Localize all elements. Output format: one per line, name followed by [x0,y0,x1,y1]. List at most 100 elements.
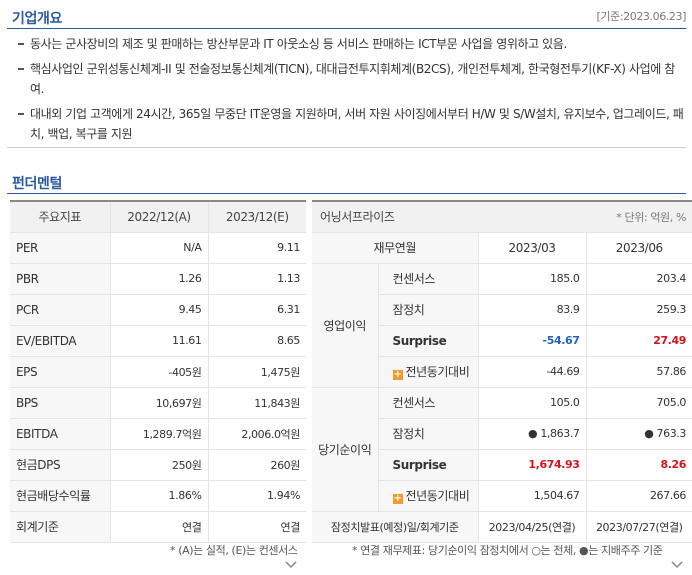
fundamental-row: 현금배당수익률 1.86% 1.94% [10,480,306,512]
value-2023: 1.13 [207,263,306,295]
metric-label-text: Surprise [392,333,447,348]
value-2022: 1,289.7억원 [109,418,208,450]
earnings-unit: * 단위: 억원, % [478,201,692,233]
value-2023-06: 27.49 [585,325,692,357]
earnings-footnote: * 연결 재무제표: 당기순이익 잠정치에서 ○는 전체, ●는 지배주주 기준 [352,544,663,557]
header-period: 재무연월 [312,232,479,264]
value-2023-03: -54.67 [477,325,587,357]
value-2023: 6.31 [207,294,306,326]
value-2022: 10,697원 [109,387,208,419]
metric-label: Surprise [378,449,479,481]
indicator-label: 현금배당수익률 [10,480,110,512]
value-2023-03: ● 1,863.7 [477,418,587,450]
fundamental-row: EBITDA 1,289.7억원 2,006.0억원 [10,418,306,450]
fundamental-row: 현금DPS 250원 260원 [10,449,306,481]
release-label: 잠정치발표(예정)일/회계기준 [312,511,479,543]
indicator-label: 현금DPS [10,449,110,481]
value-2023: 11,843원 [207,387,306,419]
value-2023: 9.11 [207,232,306,264]
section-divider [7,147,686,148]
overview-bullet: 핵심사업인 군위성통신체계-II 및 전술정보통신체계(TICN), 대대급전투… [18,59,688,99]
header-2023-06: 2023/06 [585,232,692,264]
value-2023-06: 203.4 [585,263,692,295]
value-2023: 연결 [207,511,306,543]
fundamental-row: EV/EBITDA 11.61 8.65 [10,325,306,357]
value-2022: 11.61 [109,325,208,357]
earnings-surprise-table: 어닝서프라이즈 * 단위: 억원, % 재무연월 2023/03 2023/06… [312,200,692,543]
fundamental-divider [7,193,686,194]
expand-plus-icon[interactable]: + [392,370,403,380]
earnings-header-row: 재무연월 2023/03 2023/06 [312,232,692,264]
group-label: 당기순이익 [312,387,379,512]
metric-label: 컨센서스 [378,263,479,295]
value-2022: 1.26 [109,263,208,295]
value-2022: N/A [109,232,208,264]
fundamental-footnote: * (A)는 실적, (E)는 컨센서스 [170,544,298,557]
earnings-row: 영업이익 컨센서스 185.0 203.4 [312,263,692,388]
indicator-label: EPS [10,356,110,388]
fundamental-row: PCR 9.45 6.31 [10,294,306,326]
value-2022: 250원 [109,449,208,481]
overview-bullet: 대내외 기업 고객에게 24시간, 365일 무중단 IT운영을 지원하며, 서… [18,104,688,144]
earnings-title-row: 어닝서프라이즈 * 단위: 억원, % [312,201,692,233]
value-2023-06: 705.0 [585,387,692,419]
value-2023-03: 185.0 [477,263,587,295]
metric-label: Surprise [378,325,479,357]
earnings-title: 어닝서프라이즈 [312,201,479,233]
fundamental-row: PER N/A 9.11 [10,232,306,264]
fundamental-row: 회계기준 연결 연결 [10,511,306,543]
metric-label-text: 전년동기대비 [405,489,470,503]
value-2023: 260원 [207,449,306,481]
metric-label: 잠정치 [378,294,479,326]
value-2023-03: -44.69 [477,356,587,388]
metric-label: 컨센서스 [378,387,479,419]
metric-label[interactable]: + 전년동기대비 [378,356,479,388]
metric-label-text: 잠정치 [392,303,425,317]
expand-earnings-chevron-icon[interactable] [670,558,684,572]
overview-list: 동사는 군사장비의 제조 및 판매하는 방산부문과 IT 아웃소싱 등 서비스 … [18,34,688,149]
value-2022: 연결 [109,511,208,543]
indicator-label: BPS [10,387,110,419]
fundamental-header-row: 주요지표 2022/12(A) 2023/12(E) [10,201,306,233]
value-2022: 9.45 [109,294,208,326]
indicator-label: 회계기준 [10,511,110,543]
metric-label-text: Surprise [392,457,447,472]
header-2023: 2023/12(E) [207,201,306,233]
metric-label-text: 컨센서스 [392,396,436,410]
fundamental-row: EPS -405원 1,475원 [10,356,306,388]
fundamental-row: PBR 1.26 1.13 [10,263,306,295]
value-2023: 1,475원 [207,356,306,388]
value-2023-06: 8.26 [585,449,692,481]
fundamental-title: 펀더멘털 [12,176,62,192]
group-label: 영업이익 [312,263,379,388]
value-2023-06: 259.3 [585,294,692,326]
metric-label: 잠정치 [378,418,479,450]
release-2023-06: 2023/07/27(연결) [585,511,692,543]
value-2023: 1.94% [207,480,306,512]
value-2023: 8.65 [207,325,306,357]
expand-plus-icon[interactable]: + [392,494,403,504]
fundamental-row: BPS 10,697원 11,843원 [10,387,306,419]
overview-date: [기준:2023.06.23] [596,10,686,23]
value-2023-03: 1,674.93 [477,449,587,481]
value-2022: 1.86% [109,480,208,512]
value-2023-06: 57.86 [585,356,692,388]
expand-fundamental-chevron-icon[interactable] [284,558,298,572]
value-2023-06: ● 763.3 [585,418,692,450]
release-date-row: 잠정치발표(예정)일/회계기준 2023/04/25(연결) 2023/07/2… [312,511,692,543]
value-2022: -405원 [109,356,208,388]
indicator-label: PBR [10,263,110,295]
indicator-label: EV/EBITDA [10,325,110,357]
overview-title: 기업개요 [12,11,62,27]
indicator-label: PCR [10,294,110,326]
overview-divider [7,28,686,29]
value-2023-06: 267.66 [585,480,692,512]
fundamental-table: 주요지표 2022/12(A) 2023/12(E) PER N/A 9.11 PBR… [10,200,306,543]
value-2023: 2,006.0억원 [207,418,306,450]
earnings-row: 당기순이익 컨센서스 105.0 705.0 [312,387,692,512]
header-2022: 2022/12(A) [109,201,208,233]
metric-label[interactable]: + 전년동기대비 [378,480,479,512]
metric-label-text: 전년동기대비 [405,365,470,379]
header-2023-03: 2023/03 [477,232,587,264]
metric-label-text: 컨센서스 [392,272,436,286]
